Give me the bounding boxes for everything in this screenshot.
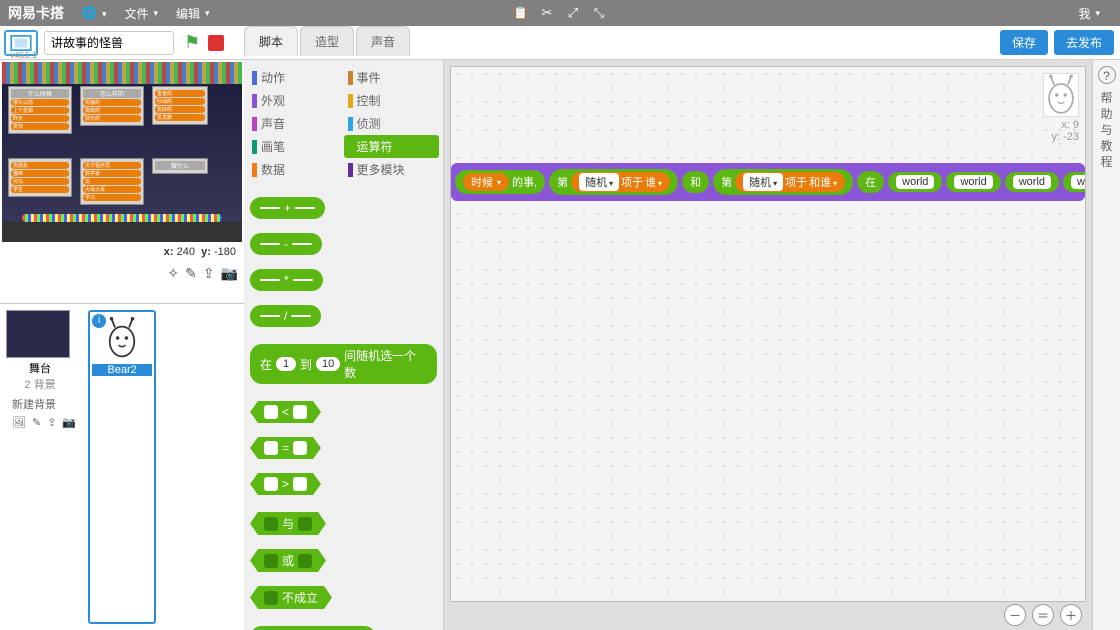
cat-pen[interactable]: 画笔 xyxy=(248,135,344,158)
globe-icon: 🌐 xyxy=(82,6,97,20)
block-categories: 动作 外观 声音 画笔 数据 事件 控制 侦测 运算符 更多模块 xyxy=(244,60,443,191)
stop-button[interactable] xyxy=(208,35,224,51)
block-palette: + - * / 在1到10间随机选一个数 < = > 与 或 不成立 连接hel… xyxy=(244,191,443,630)
cat-sensing[interactable]: 侦测 xyxy=(344,112,440,135)
help-icon[interactable]: ? xyxy=(1098,66,1116,84)
publish-button[interactable]: 去发布 xyxy=(1054,30,1114,55)
sprite-thumbnail-bear2[interactable]: i Bear2 xyxy=(88,310,156,624)
backdrop-paint-icon[interactable]: ✎ xyxy=(32,416,41,429)
sprite-position-display: x: 9 y: -23 xyxy=(1043,73,1079,143)
assembled-script[interactable]: 时候 的事, 第 随机项于谁 和 第 随机项于和谁 在 world world xyxy=(451,163,1085,201)
new-sprite-camera-icon[interactable]: 📷 xyxy=(221,265,238,282)
app-logo: 网易卡搭 xyxy=(8,3,64,23)
stage-coords: x: 240 y: -180 xyxy=(0,244,244,260)
stage-preview[interactable]: 什么时候很久以前上个星期昨天爱你 怎么样的饥饿的勇敢的快乐的 害羞的吵闹的友好的… xyxy=(2,62,242,242)
version-label: v461.1 xyxy=(10,50,37,60)
grow-icon[interactable]: ⤢ xyxy=(565,5,581,21)
block-sub[interactable]: - xyxy=(250,233,322,255)
zoom-out-button[interactable]: － xyxy=(1004,604,1026,626)
block-random[interactable]: 在1到10间随机选一个数 xyxy=(250,344,437,384)
zoom-in-button[interactable]: ＋ xyxy=(1060,604,1082,626)
project-name-input[interactable] xyxy=(44,31,174,55)
cat-control[interactable]: 控制 xyxy=(344,89,440,112)
top-menu-bar: 网易卡搭 🌐 文件 编辑 📋 ✂ ⤢ ⤡ 我 xyxy=(0,0,1120,26)
tab-scripts[interactable]: 脚本 xyxy=(244,26,298,56)
block-or[interactable]: 或 xyxy=(250,549,326,572)
block-mul[interactable]: * xyxy=(250,269,323,291)
edit-menu[interactable]: 编辑 xyxy=(170,3,216,24)
block-gt[interactable]: > xyxy=(250,473,321,495)
help-sidebar[interactable]: ? 帮助与教程 xyxy=(1092,60,1120,630)
script-canvas-area: x: 9 y: -23 时候 的事, 第 随机项于谁 和 第 随 xyxy=(444,60,1092,630)
script-canvas[interactable]: x: 9 y: -23 时候 的事, 第 随机项于谁 和 第 随 xyxy=(450,66,1086,602)
new-sprite-library-icon[interactable]: ✧ xyxy=(167,265,179,282)
cat-more[interactable]: 更多模块 xyxy=(344,158,440,181)
backdrop-library-icon[interactable]: 🖼 xyxy=(12,416,26,429)
block-join[interactable]: 连接helloworld xyxy=(250,626,376,630)
shrink-icon[interactable]: ⤡ xyxy=(591,5,607,21)
cat-looks[interactable]: 外观 xyxy=(248,89,344,112)
file-menu[interactable]: 文件 xyxy=(118,3,164,24)
toolbar-row: v461.1 ⚑ 保存 去发布 xyxy=(0,26,1120,60)
block-div[interactable]: / xyxy=(250,305,321,327)
cat-events[interactable]: 事件 xyxy=(344,66,440,89)
help-label: 帮助与教程 xyxy=(1093,90,1120,170)
new-sprite-upload-icon[interactable]: ⇪ xyxy=(203,265,215,282)
backdrop-camera-icon[interactable]: 📷 xyxy=(62,416,76,429)
block-add[interactable]: + xyxy=(250,197,325,219)
zoom-reset-button[interactable]: ＝ xyxy=(1032,604,1054,626)
cat-data[interactable]: 数据 xyxy=(248,158,344,181)
tab-sounds[interactable]: 声音 xyxy=(356,26,410,56)
tab-costumes[interactable]: 造型 xyxy=(300,26,354,56)
cut-icon[interactable]: ✂ xyxy=(539,5,555,21)
block-lt[interactable]: < xyxy=(250,401,321,423)
block-eq[interactable]: = xyxy=(250,437,321,459)
save-button[interactable]: 保存 xyxy=(1000,30,1048,55)
sprite-list: 舞台 2 背景 新建背景 🖼 ✎ ⇪ 📷 i Bear2 xyxy=(0,304,244,630)
globe-menu[interactable]: 🌐 xyxy=(76,4,112,22)
block-and[interactable]: 与 xyxy=(250,512,326,535)
cat-sound[interactable]: 声音 xyxy=(248,112,344,135)
me-menu[interactable]: 我 xyxy=(1072,3,1106,24)
new-backdrop-section: 新建背景 🖼 ✎ ⇪ 📷 xyxy=(6,392,82,433)
cat-motion[interactable]: 动作 xyxy=(248,66,344,89)
cat-operators[interactable]: 运算符 xyxy=(344,135,440,158)
stamp-icon[interactable]: 📋 xyxy=(513,5,529,21)
green-flag-button[interactable]: ⚑ xyxy=(184,32,200,53)
stage-thumbnail[interactable]: 舞台 2 背景 xyxy=(6,310,74,392)
left-panel: 什么时候很久以前上个星期昨天爱你 怎么样的饥饿的勇敢的快乐的 害羞的吵闹的友好的… xyxy=(0,60,244,630)
block-not[interactable]: 不成立 xyxy=(250,586,332,609)
blocks-panel: 脚本 造型 声音 动作 外观 声音 画笔 数据 事件 控制 侦测 运算符 更多模… xyxy=(244,60,444,630)
new-sprite-paint-icon[interactable]: ✎ xyxy=(185,265,197,282)
sprite-info-icon[interactable]: i xyxy=(92,314,106,328)
backdrop-upload-icon[interactable]: ⇪ xyxy=(47,416,56,429)
